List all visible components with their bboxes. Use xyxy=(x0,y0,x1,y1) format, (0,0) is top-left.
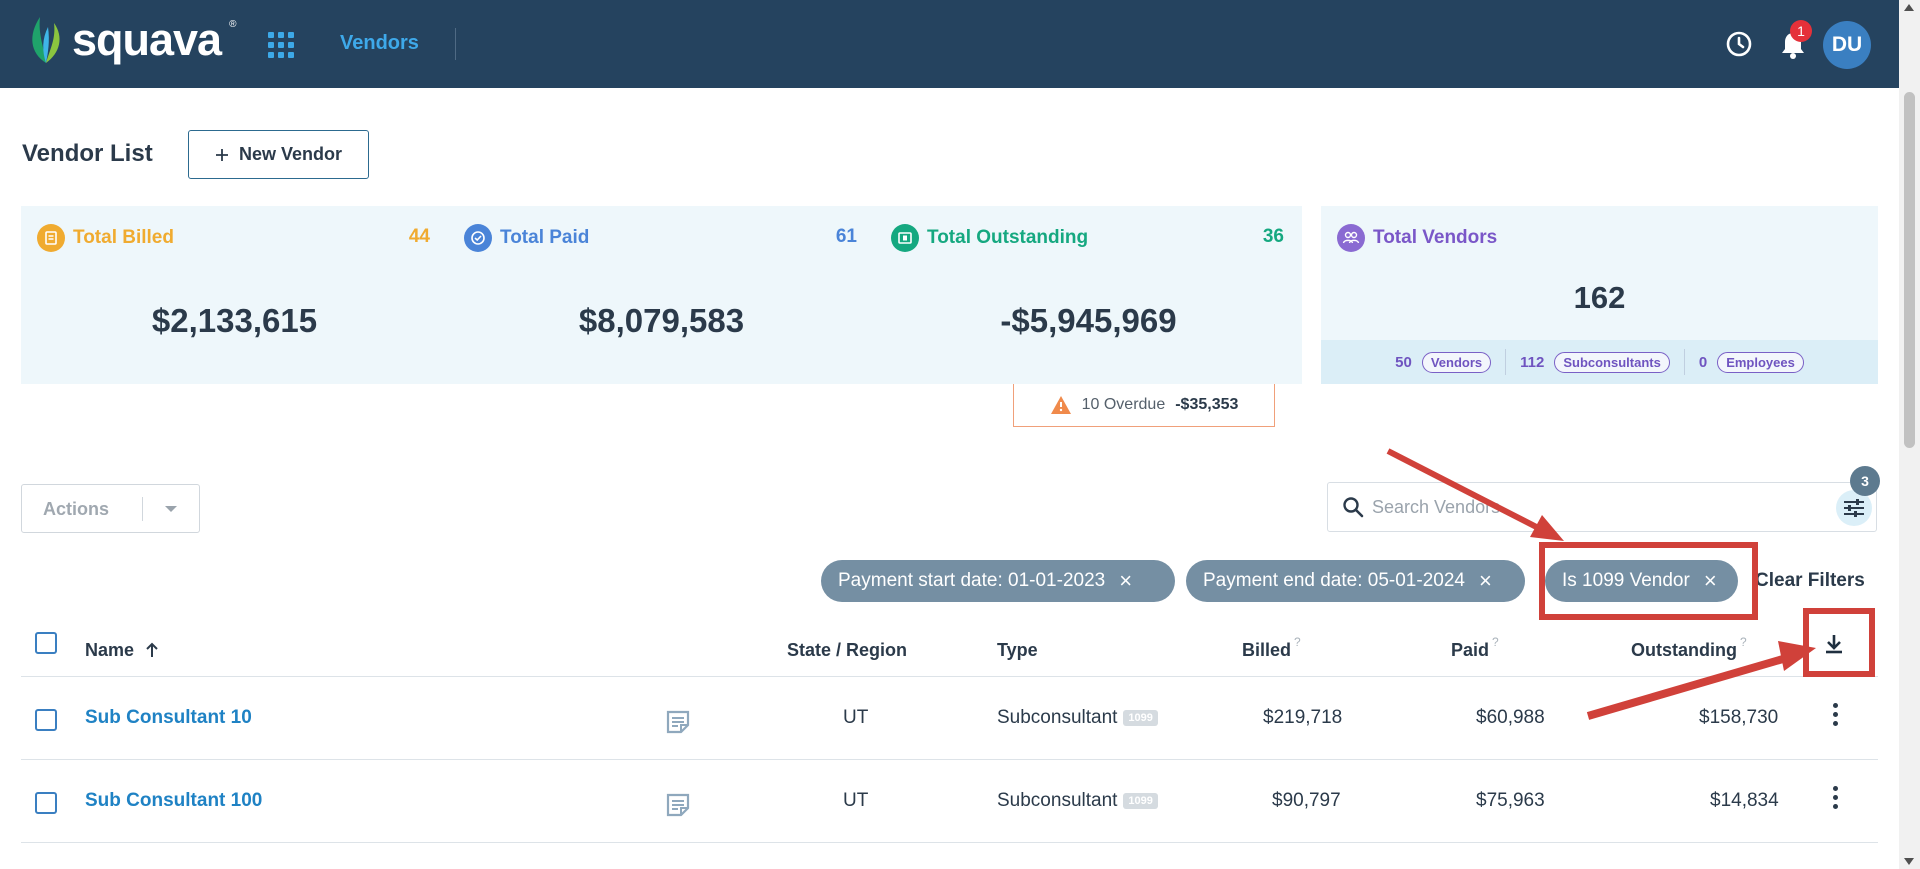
nav-vendors-link[interactable]: Vendors xyxy=(340,32,419,55)
total-outstanding-amount: -$5,945,969 xyxy=(1000,302,1177,339)
logo-registered-mark: ® xyxy=(229,18,237,30)
breakdown-pill: Subconsultants xyxy=(1554,351,1670,373)
breakdown-subconsultants[interactable]: 112 Subconsultants xyxy=(1506,351,1684,373)
invoice-icon xyxy=(37,224,65,252)
search-icon xyxy=(1343,497,1364,518)
vendor-name-link[interactable]: Sub Consultant 10 xyxy=(85,707,252,729)
total-paid-header: Total Paid xyxy=(464,224,589,252)
overdue-label: 10 Overdue xyxy=(1081,396,1166,413)
breakdown-pill: Employees xyxy=(1717,351,1804,373)
vendor-outstanding: $14,834 xyxy=(1710,790,1779,811)
total-outstanding-count: 36 xyxy=(1262,226,1284,247)
column-name-label: Name xyxy=(85,640,135,660)
warning-icon xyxy=(1050,396,1071,414)
logo-wordmark: squava xyxy=(72,14,222,65)
user-avatar[interactable]: DU xyxy=(1823,21,1871,69)
total-outstanding-header: Total Outstanding xyxy=(891,224,1088,252)
top-nav-bar: squava ® Vendors 1 DU xyxy=(0,0,1899,88)
total-billed-amount: $2,133,615 xyxy=(151,302,318,339)
caret-down-icon xyxy=(165,506,177,512)
vendor-type-label: Subconsultant xyxy=(997,707,1118,728)
column-header-state[interactable]: State / Region xyxy=(787,640,907,661)
overdue-indicator[interactable]: 10 Overdue -$35,353 xyxy=(1013,384,1275,427)
actions-dropdown[interactable]: Actions xyxy=(21,484,200,533)
notes-icon[interactable] xyxy=(665,792,691,818)
vendor-billed: $90,797 xyxy=(1272,790,1341,811)
plus-icon xyxy=(215,148,228,161)
column-header-billed[interactable]: Billed? xyxy=(1242,635,1301,661)
breakdown-count: 0 xyxy=(1698,353,1708,371)
scroll-down-arrow-icon[interactable] xyxy=(1904,858,1914,865)
total-billed-header: Total Billed xyxy=(37,224,174,252)
sort-arrow-up-icon xyxy=(146,642,158,657)
total-outstanding-label: Total Outstanding xyxy=(927,227,1089,248)
filter-chip-payment-start: Payment start date: 01-01-2023 × xyxy=(821,560,1175,602)
total-vendors-card: Total Vendors 162 50 Vendors 112 Subcons… xyxy=(1321,206,1878,384)
vendor-breakdown: 50 Vendors 112 Subconsultants 0 Employee… xyxy=(1321,340,1878,384)
breakdown-employees[interactable]: 0 Employees xyxy=(1685,351,1818,373)
row-menu-kebab-icon[interactable] xyxy=(1833,786,1839,813)
notification-badge: 1 xyxy=(1790,20,1812,42)
remove-filter-close-icon[interactable]: × xyxy=(1119,570,1132,592)
vendor-state: UT xyxy=(843,707,869,728)
column-billed-label: Billed xyxy=(1242,640,1292,660)
vendor-type: Subconsultant 1099 xyxy=(997,790,1158,812)
clock-icon[interactable] xyxy=(1725,30,1753,58)
total-billed-count: 44 xyxy=(408,226,430,247)
check-circle-icon xyxy=(464,224,492,252)
table-row: Sub Consultant 100 UT Subconsultant 1099 … xyxy=(21,760,1878,843)
breakdown-count: 112 xyxy=(1520,353,1545,371)
new-vendor-label: New Vendor xyxy=(238,144,343,164)
total-paid-label: Total Paid xyxy=(500,227,590,248)
total-vendors-count: 162 xyxy=(1573,280,1626,315)
filter-chip-label: Payment start date: 01-01-2023 xyxy=(838,570,1106,591)
row-checkbox[interactable] xyxy=(35,792,57,814)
actions-divider xyxy=(142,497,143,521)
overdue-amount: -$35,353 xyxy=(1175,396,1239,413)
vendor-state: UT xyxy=(843,790,869,811)
total-vendors-header: Total Vendors xyxy=(1337,224,1497,252)
breakdown-vendors[interactable]: 50 Vendors xyxy=(1381,351,1505,373)
scroll-thumb[interactable] xyxy=(1904,92,1915,448)
total-billed-card: Total Billed 44 $2,133,615 xyxy=(21,206,448,384)
app-grid-icon[interactable] xyxy=(268,32,294,58)
badge-1099: 1099 xyxy=(1123,792,1158,809)
vendor-type: Subconsultant 1099 xyxy=(997,707,1158,729)
vendor-type-label: Subconsultant xyxy=(997,790,1118,811)
total-paid-amount: $8,079,583 xyxy=(578,302,745,339)
vendor-paid: $75,963 xyxy=(1476,790,1545,811)
total-vendors-label: Total Vendors xyxy=(1373,227,1498,248)
total-billed-label: Total Billed xyxy=(73,227,174,248)
breakdown-pill: Vendors xyxy=(1421,351,1492,373)
actions-label: Actions xyxy=(43,499,110,519)
column-header-type[interactable]: Type xyxy=(997,640,1038,661)
annotation-arrows-icon xyxy=(1386,448,1816,720)
page-title: Vendor List xyxy=(22,140,153,167)
total-outstanding-card: Total Outstanding 36 -$5,945,969 xyxy=(875,206,1302,384)
vendor-name-link[interactable]: Sub Consultant 100 xyxy=(85,790,262,812)
vendor-billed: $219,718 xyxy=(1263,707,1343,728)
select-all-checkbox[interactable] xyxy=(35,632,57,654)
badge-1099: 1099 xyxy=(1123,709,1158,726)
notes-icon[interactable] xyxy=(665,709,691,735)
scroll-up-arrow-icon[interactable] xyxy=(1904,4,1914,11)
new-vendor-button[interactable]: New Vendor xyxy=(188,130,369,179)
column-header-name[interactable]: Name xyxy=(85,640,159,661)
money-bill-icon xyxy=(891,224,919,252)
total-paid-card: Total Paid 61 $8,079,583 xyxy=(448,206,875,384)
breakdown-count: 50 xyxy=(1395,353,1412,371)
users-icon xyxy=(1337,224,1365,252)
row-checkbox[interactable] xyxy=(35,709,57,731)
help-question-icon[interactable]: ? xyxy=(1294,635,1301,649)
squava-logo[interactable]: squava ® xyxy=(28,14,236,66)
total-paid-count: 61 xyxy=(835,226,857,247)
nav-divider xyxy=(455,28,456,60)
page-scrollbar[interactable] xyxy=(1899,0,1920,869)
leaf-logo-icon xyxy=(32,17,60,63)
